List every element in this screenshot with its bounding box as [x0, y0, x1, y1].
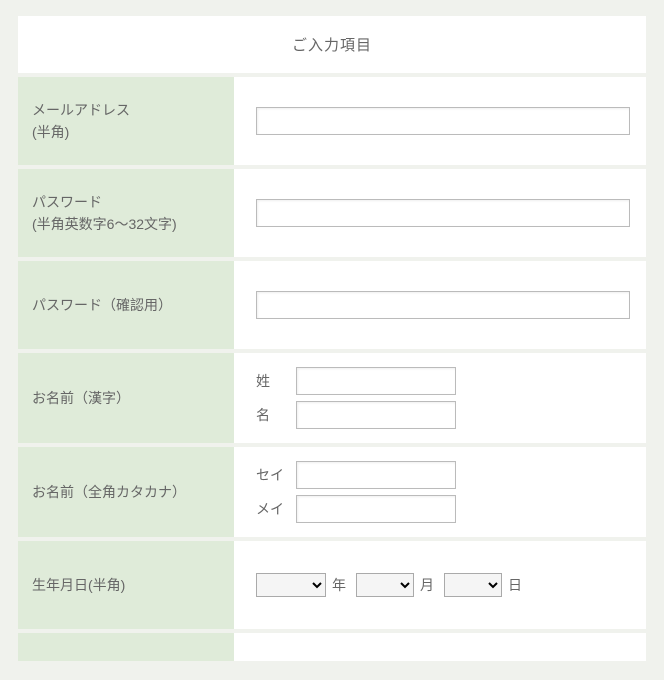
cell-name-kana: セイ メイ — [234, 447, 646, 537]
birthdate-line: 年 月 日 — [256, 573, 630, 597]
prefix-mei-kanji: 名 — [256, 405, 286, 425]
section-title: ご入力項目 — [292, 37, 372, 54]
row-next-partial — [18, 629, 646, 661]
cell-password — [234, 169, 646, 257]
line-mei-kanji: 名 — [256, 401, 630, 429]
password-input[interactable] — [256, 199, 630, 227]
line-sei-kanji: 姓 — [256, 367, 630, 395]
label-password: パスワード (半角英数字6～32文字) — [18, 169, 234, 257]
label-name-kana-text: お名前（全角カタカナ） — [32, 481, 220, 503]
label-password-confirm-text: パスワード（確認用） — [32, 294, 220, 316]
label-name-kana: お名前（全角カタカナ） — [18, 447, 234, 537]
month-unit: 月 — [420, 575, 434, 595]
line-sei-kana: セイ — [256, 461, 630, 489]
label-name-kanji: お名前（漢字） — [18, 353, 234, 443]
line-mei-kana: メイ — [256, 495, 630, 523]
label-password-main: パスワード — [32, 191, 220, 213]
year-unit: 年 — [332, 575, 346, 595]
cell-name-kanji: 姓 名 — [234, 353, 646, 443]
row-password-confirm: パスワード（確認用） — [18, 257, 646, 349]
password-confirm-input[interactable] — [256, 291, 630, 319]
mei-kana-input[interactable] — [296, 495, 456, 523]
day-unit: 日 — [508, 575, 522, 595]
year-select[interactable] — [256, 573, 326, 597]
form-container: ご入力項目 メールアドレス (半角) パスワード (半角英数字6～32文字) パ… — [0, 0, 664, 661]
prefix-sei-kana: セイ — [256, 465, 286, 485]
month-select[interactable] — [356, 573, 414, 597]
label-password-sub: (半角英数字6～32文字) — [32, 213, 220, 235]
row-name-kanji: お名前（漢字） 姓 名 — [18, 349, 646, 443]
label-birthdate-text: 生年月日(半角) — [32, 574, 220, 596]
row-email: メールアドレス (半角) — [18, 73, 646, 165]
row-birthdate: 生年月日(半角) 年 月 日 — [18, 537, 646, 629]
label-email-sub: (半角) — [32, 121, 220, 143]
label-password-confirm: パスワード（確認用） — [18, 261, 234, 349]
label-next-partial — [18, 633, 234, 661]
day-select[interactable] — [444, 573, 502, 597]
label-name-kanji-text: お名前（漢字） — [32, 387, 220, 409]
sei-kana-input[interactable] — [296, 461, 456, 489]
label-email: メールアドレス (半角) — [18, 77, 234, 165]
prefix-sei-kanji: 姓 — [256, 371, 286, 391]
cell-next-partial — [234, 633, 646, 661]
cell-email — [234, 77, 646, 165]
prefix-mei-kana: メイ — [256, 499, 286, 519]
mei-kanji-input[interactable] — [296, 401, 456, 429]
label-email-main: メールアドレス — [32, 99, 220, 121]
label-birthdate: 生年月日(半角) — [18, 541, 234, 629]
cell-password-confirm — [234, 261, 646, 349]
sei-kanji-input[interactable] — [296, 367, 456, 395]
section-header: ご入力項目 — [18, 16, 646, 73]
cell-birthdate: 年 月 日 — [234, 541, 646, 629]
row-password: パスワード (半角英数字6～32文字) — [18, 165, 646, 257]
email-input[interactable] — [256, 107, 630, 135]
row-name-kana: お名前（全角カタカナ） セイ メイ — [18, 443, 646, 537]
